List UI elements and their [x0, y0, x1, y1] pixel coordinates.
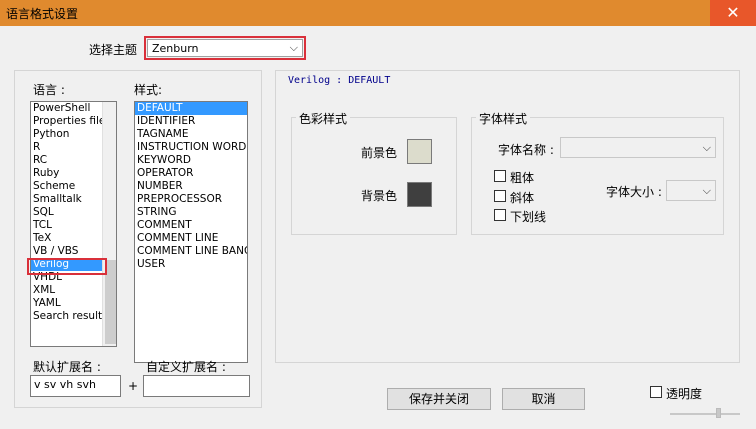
color-style-group — [291, 117, 457, 235]
language-list-item[interactable]: Scheme — [31, 180, 103, 193]
language-list-item[interactable]: Ruby — [31, 167, 103, 180]
custom-extension-label: 自定义扩展名 : — [146, 360, 226, 374]
default-extension-label: 默认扩展名 : — [33, 360, 101, 374]
font-name-select[interactable]: ⌵ — [560, 137, 716, 158]
chevron-down-icon: ⌵ — [702, 184, 711, 197]
language-list-scrollbar[interactable] — [102, 102, 116, 346]
transparency-checkbox[interactable] — [650, 386, 662, 398]
font-style-group — [471, 117, 724, 235]
chevron-down-icon: ⌵ — [289, 41, 298, 54]
style-list-item[interactable]: COMMENT — [135, 219, 247, 232]
theme-select[interactable]: Zenburn ⌵ — [147, 39, 303, 57]
style-list-item[interactable]: COMMENT LINE — [135, 232, 247, 245]
close-icon[interactable]: ✕ — [710, 0, 756, 26]
style-list-item[interactable]: IDENTIFIER — [135, 115, 247, 128]
default-extension-field[interactable]: v sv vh svh — [30, 375, 121, 397]
style-list-item[interactable]: NUMBER — [135, 180, 247, 193]
font-style-group-label: 字体样式 — [476, 110, 531, 127]
background-label: 背景色 — [361, 189, 398, 203]
foreground-label: 前景色 — [361, 146, 398, 160]
language-list-item[interactable]: Properties file — [31, 115, 105, 128]
default-extension-value: v sv vh svh — [34, 378, 96, 391]
language-list-item[interactable]: Python — [31, 128, 103, 141]
underline-checkbox[interactable] — [494, 209, 506, 221]
custom-extension-field[interactable] — [143, 375, 250, 397]
transparency-slider-thumb[interactable] — [716, 408, 721, 418]
language-list-item[interactable]: VB / VBS — [31, 245, 103, 258]
italic-label: 斜体 — [510, 191, 535, 205]
transparency-label: 透明度 — [666, 387, 703, 401]
bold-checkbox[interactable] — [494, 170, 506, 182]
language-list[interactable]: PowerShell Properties file Python R RC Ruby Sc… — [30, 101, 117, 347]
transparency-slider[interactable] — [670, 413, 740, 415]
style-list[interactable]: DEFAULT IDENTIFIER TAGNAME INSTRUCTION WORD… — [134, 101, 248, 363]
language-list-item[interactable]: RC — [31, 154, 103, 167]
title-bar: 语言格式设置 ✕ — [0, 0, 756, 26]
style-list-item[interactable]: DEFAULT — [135, 102, 247, 115]
theme-label: 选择主题 — [89, 43, 138, 57]
language-list-item[interactable]: SQL — [31, 206, 103, 219]
chevron-down-icon: ⌵ — [702, 141, 711, 154]
language-list-item[interactable]: Smalltalk — [31, 193, 103, 206]
language-list-item[interactable]: TCL — [31, 219, 103, 232]
style-list-item[interactable]: INSTRUCTION WORD — [135, 141, 247, 154]
style-list-item[interactable]: PREPROCESSOR — [135, 193, 247, 206]
italic-checkbox[interactable] — [494, 190, 506, 202]
style-list-item[interactable]: KEYWORD — [135, 154, 247, 167]
style-list-item[interactable]: STRING — [135, 206, 247, 219]
cancel-button[interactable]: 取消 — [502, 388, 585, 410]
style-list-item[interactable]: COMMENT LINE BANG — [135, 245, 247, 258]
style-list-item[interactable]: TAGNAME — [135, 128, 247, 141]
language-list-item[interactable]: Search result — [31, 310, 103, 323]
bold-label: 粗体 — [510, 171, 535, 185]
theme-select-value: Zenburn — [152, 42, 199, 55]
color-style-group-label: 色彩样式 — [296, 110, 351, 127]
save-close-button[interactable]: 保存并关闭 — [387, 388, 491, 410]
style-panel-header: Verilog : DEFAULT — [288, 75, 391, 86]
font-name-label: 字体名称 : — [498, 143, 554, 157]
underline-label: 下划线 — [510, 210, 547, 224]
language-list-item[interactable]: R — [31, 141, 103, 154]
style-list-item[interactable]: OPERATOR — [135, 167, 247, 180]
language-list-item[interactable]: XML — [31, 284, 103, 297]
language-highlight-box — [27, 258, 107, 275]
font-size-label: 字体大小 : — [606, 185, 662, 199]
style-label: 样式: — [134, 83, 163, 97]
background-color-swatch[interactable] — [407, 182, 432, 207]
window-title: 语言格式设置 — [6, 7, 79, 21]
plus-sign: + — [128, 379, 139, 393]
language-list-item[interactable]: YAML — [31, 297, 103, 310]
language-label: 语言 : — [33, 83, 65, 97]
language-list-item[interactable]: PowerShell — [31, 102, 103, 115]
dialog-body: 选择主题 Zenburn ⌵ 语言 : PowerShell Properties… — [0, 26, 756, 429]
style-list-item[interactable]: USER — [135, 258, 247, 271]
language-list-item[interactable]: TeX — [31, 232, 103, 245]
font-size-select[interactable]: ⌵ — [666, 180, 716, 201]
foreground-color-swatch[interactable] — [407, 139, 432, 164]
